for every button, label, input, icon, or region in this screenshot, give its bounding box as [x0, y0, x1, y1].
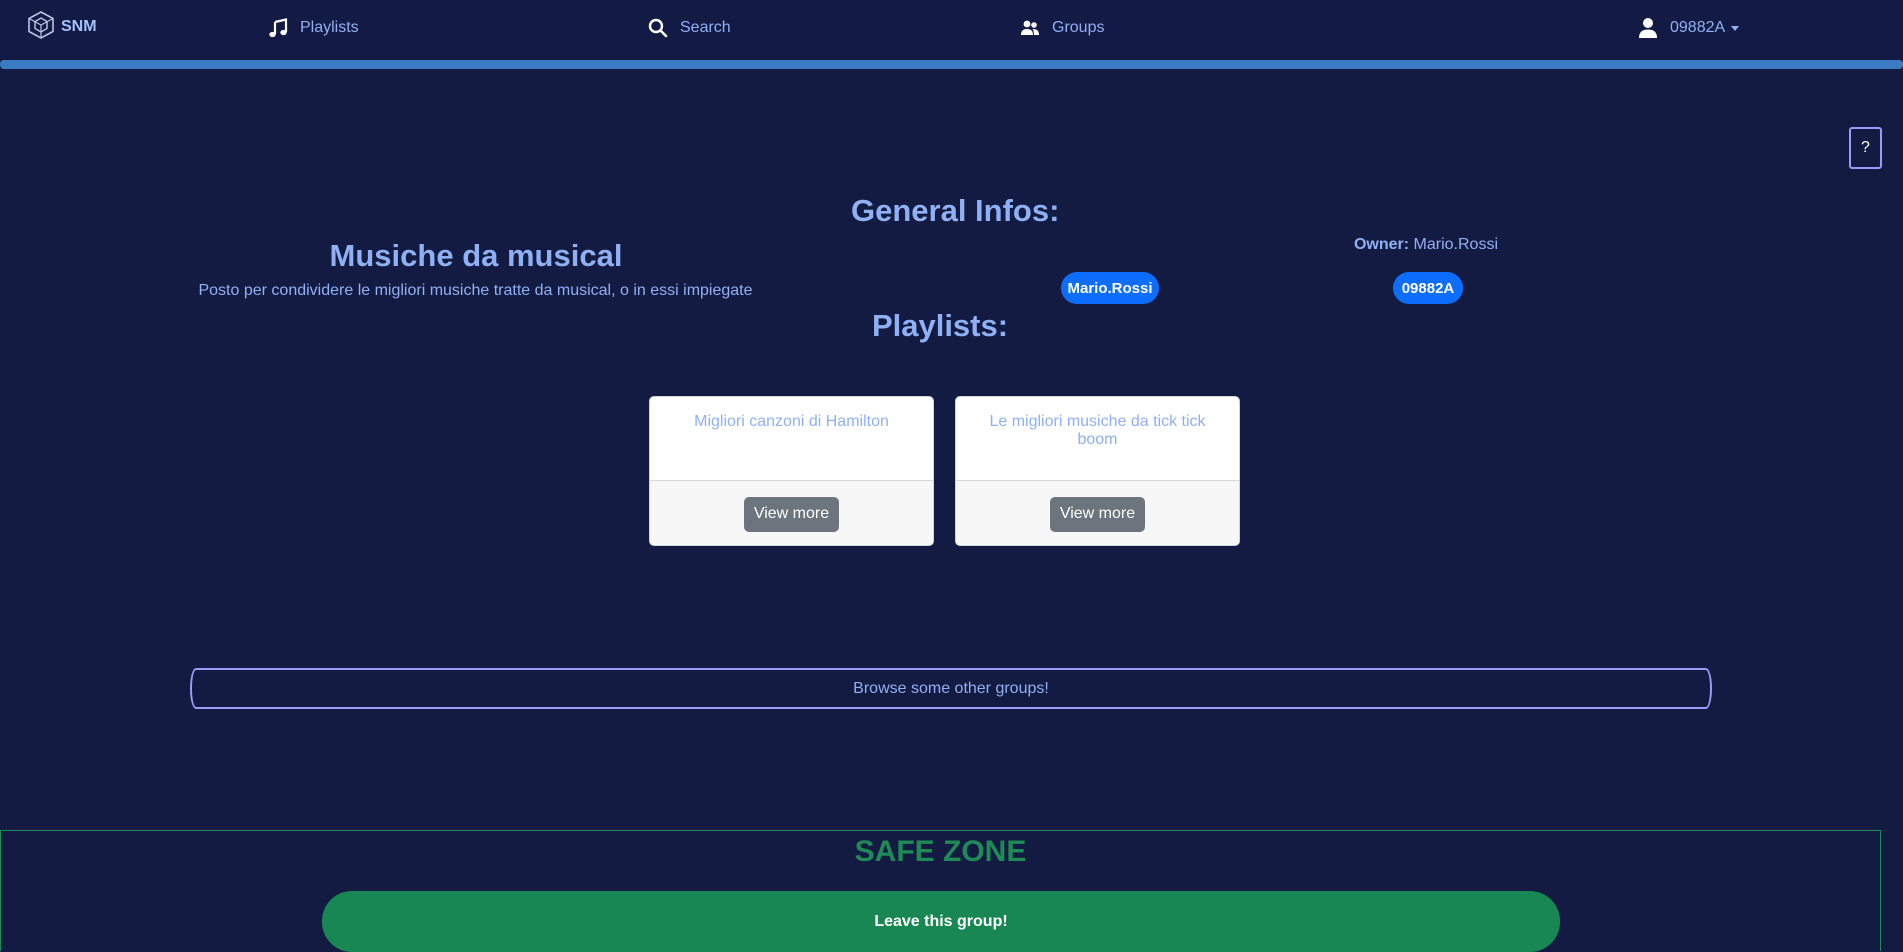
view-more-button[interactable]: View more: [744, 496, 839, 532]
owner-name: Mario.Rossi: [1413, 236, 1499, 253]
cube-logo-icon: [27, 10, 55, 45]
playlist-card: Le migliori musiche da tick tick boom Vi…: [955, 396, 1240, 546]
nav-search-link[interactable]: Search: [648, 15, 731, 41]
playlists-heading: Playlists:: [871, 308, 1009, 343]
music-note-icon: [268, 18, 288, 38]
leave-group-button[interactable]: Leave this group!: [322, 891, 1560, 952]
users-icon: [1020, 19, 1040, 37]
card-footer: View more: [956, 480, 1239, 545]
navbar-underline: [0, 60, 1903, 69]
owner-label: Owner:: [1353, 236, 1410, 253]
user-dropdown-toggle[interactable]: 09882A: [1638, 15, 1740, 41]
search-icon: [648, 18, 668, 38]
playlist-title: Le migliori musiche da tick tick boom: [989, 413, 1206, 448]
nav-search-label: Search: [680, 19, 731, 36]
playlist-title: Migliori canzoni di Hamilton: [694, 413, 889, 430]
nav-groups-label: Groups: [1052, 19, 1105, 36]
nav-groups-link[interactable]: Groups: [1020, 15, 1104, 41]
safe-zone-title: SAFE ZONE: [854, 835, 1027, 868]
playlist-card: Migliori canzoni di Hamilton View more: [649, 396, 934, 546]
brand-link[interactable]: SNM: [27, 10, 97, 45]
browse-groups-button[interactable]: Browse some other groups!: [190, 668, 1712, 709]
general-infos-heading: General Infos:: [851, 193, 1060, 228]
member-badge: 09882A: [1393, 272, 1463, 304]
safe-zone: SAFE ZONE Leave this group!: [0, 830, 1881, 952]
top-navbar: SNM Playlists Search Groups 09882A: [0, 0, 1903, 60]
nav-playlists-label: Playlists: [300, 19, 359, 36]
caret-down-icon: [1731, 25, 1740, 31]
view-more-button[interactable]: View more: [1050, 496, 1145, 532]
brand-name: SNM: [61, 18, 97, 35]
help-button[interactable]: ?: [1849, 127, 1882, 169]
group-description: Posto per condividere le migliori musich…: [198, 282, 753, 299]
member-badge: Mario.Rossi: [1061, 272, 1159, 304]
owner-info: Owner: Mario.Rossi: [1326, 236, 1526, 254]
nav-playlists-link[interactable]: Playlists: [268, 15, 359, 41]
user-icon: [1638, 17, 1658, 39]
group-name-heading: Musiche da musical: [329, 238, 623, 273]
user-name: 09882A: [1670, 19, 1726, 36]
card-footer: View more: [650, 480, 933, 545]
